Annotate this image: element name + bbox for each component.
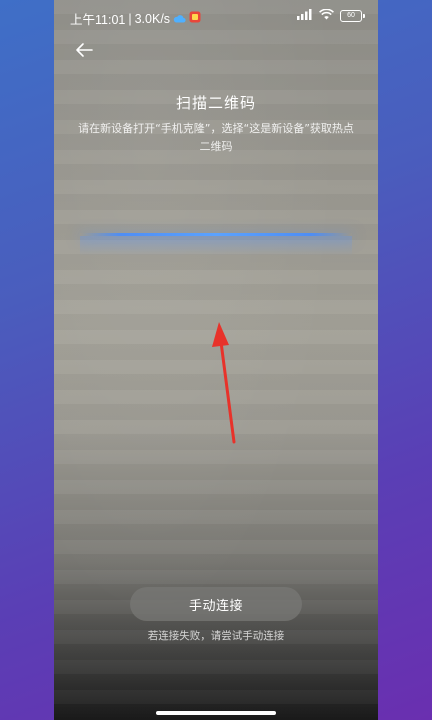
phone-screen: 上午11:01 | 3.0K/s 60 扫描二维码 请在新设备打开“手机克隆”，… xyxy=(54,0,378,720)
battery-icon: 60 xyxy=(340,10,365,22)
status-right: 60 xyxy=(297,8,365,23)
scan-line xyxy=(80,233,352,236)
page-title: 扫描二维码 xyxy=(175,94,256,112)
status-time: 上午11:01 xyxy=(70,13,126,27)
connection-hint: 若连接失败，请尝试手动连接 xyxy=(147,630,285,642)
scan-line-glow xyxy=(80,236,352,256)
cloud-icon xyxy=(173,12,186,26)
status-separator: | xyxy=(128,11,132,26)
battery-level: 60 xyxy=(347,12,355,19)
back-arrow-icon xyxy=(76,43,93,57)
back-button[interactable] xyxy=(70,38,98,62)
status-left: 上午11:01 | 3.0K/s xyxy=(70,9,201,28)
manual-connect-label: 手动连接 xyxy=(188,598,243,614)
status-network-speed: 3.0K/s xyxy=(134,11,171,26)
page-subtitle: 请在新设备打开“手机克隆”，选择“这是新设备”获取热点二维码 xyxy=(78,122,354,153)
manual-connect-button[interactable]: 手动连接 xyxy=(130,587,302,621)
app-notification-icon xyxy=(189,11,201,26)
status-bar: 上午11:01 | 3.0K/s 60 xyxy=(54,0,378,34)
home-indicator[interactable] xyxy=(156,711,276,715)
signal-icon xyxy=(297,9,313,23)
wifi-icon xyxy=(319,8,334,23)
